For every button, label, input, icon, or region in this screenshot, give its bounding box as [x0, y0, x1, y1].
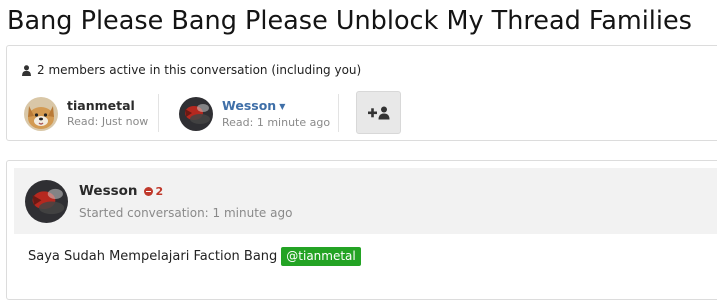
member-divider	[338, 94, 339, 132]
invite-members-button[interactable]	[356, 91, 401, 134]
member-tianmetal[interactable]: tianmetal Read: Just now	[24, 96, 148, 132]
reputation-count: 2	[155, 184, 164, 198]
wesson-avatar[interactable]	[25, 180, 68, 223]
message-header: Wesson 2 Started conversation: 1 minute …	[14, 168, 717, 234]
member-read-status: Read: Just now	[67, 115, 149, 128]
author-line: Wesson 2	[79, 183, 163, 199]
member-name[interactable]: tianmetal	[67, 98, 148, 113]
message-body: Saya Sudah Mempelajari Faction Bang @tia…	[28, 247, 361, 266]
dog-avatar[interactable]	[24, 97, 58, 131]
mention-link[interactable]: @tianmetal	[281, 247, 361, 266]
message-text: Saya Sudah Mempelajari Faction Bang	[28, 249, 278, 264]
page-title: Bang Please Bang Please Unblock My Threa…	[7, 6, 692, 36]
wesson-avatar[interactable]	[179, 97, 213, 131]
message-panel: Wesson 2 Started conversation: 1 minute …	[6, 160, 717, 300]
user-icon	[22, 64, 31, 76]
add-user-icon	[367, 106, 389, 119]
member-divider	[158, 94, 159, 132]
members-header-text: 2 members active in this conversation (i…	[37, 63, 362, 77]
reputation-icon	[143, 186, 153, 196]
member-read-status: Read: 1 minute ago	[222, 115, 331, 129]
author-name[interactable]: Wesson	[79, 183, 138, 199]
member-wesson[interactable]: Wesson ▼ Read: 1 minute ago	[179, 96, 330, 132]
members-header: 2 members active in this conversation (i…	[22, 63, 361, 77]
chevron-down-icon[interactable]: ▼	[279, 102, 285, 111]
member-name[interactable]: Wesson ▼	[222, 98, 330, 114]
started-conversation-text: Started conversation: 1 minute ago	[79, 206, 293, 220]
conversation-members-panel: 2 members active in this conversation (i…	[6, 45, 717, 141]
